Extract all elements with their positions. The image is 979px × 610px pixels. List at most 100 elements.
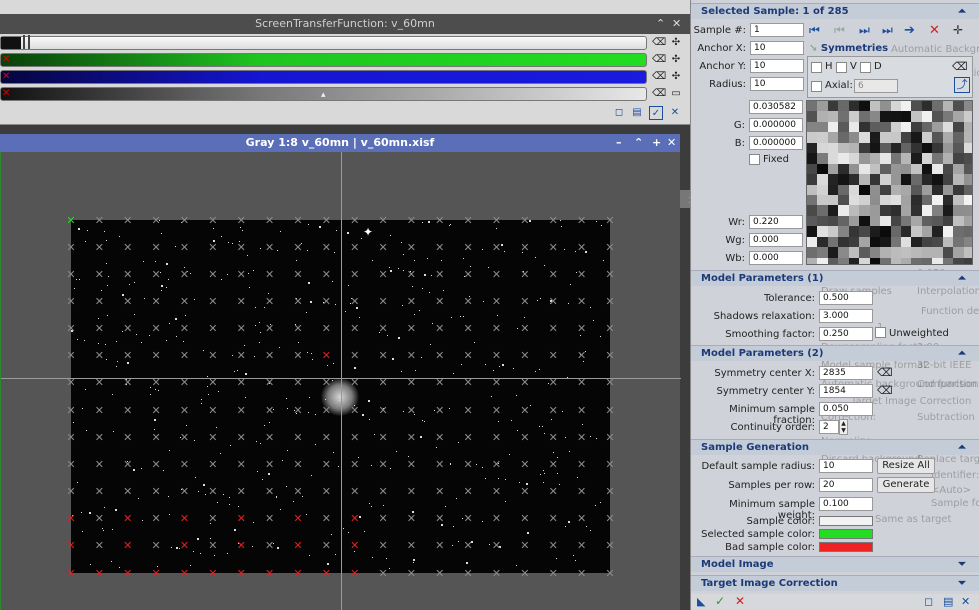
anchor-y-field[interactable]: 10 (750, 59, 804, 73)
sample-marker[interactable]: ✕ (576, 486, 587, 497)
minimum-sample-fraction-field[interactable]: 0.050 (819, 402, 873, 416)
sample-marker[interactable]: ✕ (179, 215, 190, 226)
sample-marker[interactable]: ✕ (434, 296, 445, 307)
sample-marker[interactable]: ✕ (66, 350, 77, 361)
sample-marker[interactable]: ✕ (292, 269, 303, 280)
go-arrow-icon[interactable]: ➔ (904, 23, 915, 38)
sample-marker[interactable]: ✕ (292, 377, 303, 388)
selected-sample-color-swatch[interactable] (819, 529, 873, 539)
sample-marker[interactable]: ✕ (151, 486, 162, 497)
b-field[interactable]: 0.000000 (749, 136, 803, 150)
sample-marker[interactable]: ✕ (236, 540, 247, 551)
sample-marker[interactable]: ✕ (292, 568, 303, 579)
sample-marker[interactable]: ✕ (122, 215, 133, 226)
sample-marker[interactable]: ✕ (605, 242, 616, 253)
collapse-icon[interactable]: ⏶ (958, 346, 966, 362)
sample-marker[interactable]: ✕ (122, 350, 133, 361)
sample-marker[interactable]: ✕ (264, 215, 275, 226)
reset-icon[interactable]: ⌫ (652, 37, 666, 49)
sample-marker[interactable]: ✕ (321, 486, 332, 497)
sample-marker[interactable]: ✕ (122, 513, 133, 524)
sample-marker[interactable]: ✕ (548, 568, 559, 579)
sample-marker[interactable]: ✕ (491, 323, 502, 334)
sample-marker[interactable]: ✕ (463, 405, 474, 416)
sample-marker[interactable]: ✕ (236, 323, 247, 334)
sample-marker[interactable]: ✕ (66, 377, 77, 388)
sample-marker[interactable]: ✕ (94, 269, 105, 280)
sample-marker[interactable]: ✕ (264, 486, 275, 497)
sample-marker[interactable]: ✕ (349, 568, 360, 579)
sample-marker[interactable]: ✕ (463, 459, 474, 470)
sample-marker[interactable]: ✕ (264, 513, 275, 524)
sample-marker[interactable]: ✕ (321, 242, 332, 253)
maximize-icon[interactable]: + (652, 134, 661, 152)
sample-marker[interactable]: ✕ (491, 432, 502, 443)
sample-marker[interactable]: ✕ (605, 432, 616, 443)
sample-marker[interactable]: ✕ (378, 432, 389, 443)
sample-marker[interactable]: ✕ (179, 242, 190, 253)
sample-marker[interactable]: ✕ (179, 486, 190, 497)
sample-marker[interactable]: ✕ (122, 486, 133, 497)
sample-marker[interactable]: ✕ (151, 215, 162, 226)
sample-marker[interactable]: ✕ (576, 377, 587, 388)
last-sample-icon[interactable]: ⏭ (882, 23, 893, 38)
sample-marker[interactable]: ✕ (434, 432, 445, 443)
first-sample-icon[interactable]: ⏮ (809, 23, 820, 38)
sample-marker[interactable]: ✕ (292, 242, 303, 253)
sample-marker[interactable]: ✕ (519, 568, 530, 579)
sample-marker[interactable]: ✕ (151, 242, 162, 253)
sample-marker[interactable]: ✕ (605, 323, 616, 334)
resize-all-button[interactable]: Resize All (877, 458, 935, 474)
generate-button[interactable]: Generate (877, 477, 935, 493)
sample-marker[interactable]: ✕ (179, 513, 190, 524)
sample-marker[interactable]: ✕ (207, 296, 218, 307)
selected-sample-header[interactable]: Selected Sample: 1 of 285 ⏶ (691, 3, 979, 19)
sample-marker[interactable]: ✕ (548, 269, 559, 280)
reset-icon[interactable]: ⌫ (952, 60, 968, 73)
sample-marker[interactable]: ✕ (207, 486, 218, 497)
sample-marker[interactable]: ✕ (491, 540, 502, 551)
shadows-relaxation-field[interactable]: 3.000 (819, 309, 873, 323)
stf-slider[interactable] (0, 70, 647, 84)
sample-marker[interactable]: ✕ (236, 405, 247, 416)
sample-marker[interactable]: ✕ (463, 540, 474, 551)
sample-marker[interactable]: ✕ (605, 269, 616, 280)
model-params-2-header[interactable]: Model Parameters (2) ⏶ (691, 345, 979, 361)
sample-marker[interactable]: ✕ (349, 513, 360, 524)
sample-marker[interactable]: ✕ (378, 323, 389, 334)
sample-marker[interactable]: ✕ (519, 405, 530, 416)
sample-marker[interactable]: ✕ (349, 432, 360, 443)
sample-marker[interactable]: ✕ (519, 377, 530, 388)
sample-marker[interactable]: ✕ (519, 296, 530, 307)
sample-marker[interactable]: ✕ (605, 215, 616, 226)
target-image-correction-header[interactable]: Target Image Correction ⏷ (691, 575, 979, 591)
sample-marker[interactable]: ✕ (94, 540, 105, 551)
sample-marker[interactable]: ✕ (378, 377, 389, 388)
sample-marker[interactable]: ✕ (122, 568, 133, 579)
sample-marker[interactable]: ✕ (292, 323, 303, 334)
sample-marker[interactable]: ✕ (66, 459, 77, 470)
sample-marker[interactable]: ✕ (605, 568, 616, 579)
shade-icon[interactable]: ⌃ (656, 14, 665, 34)
sample-marker[interactable]: ✕ (576, 269, 587, 280)
sample-marker[interactable]: ✕ (605, 296, 616, 307)
sample-marker[interactable]: ✕ (463, 350, 474, 361)
sample-marker[interactable]: ✕ (292, 540, 303, 551)
sample-marker[interactable]: ✕ (122, 242, 133, 253)
sample-marker[interactable]: ✕ (349, 242, 360, 253)
sample-marker[interactable]: ✕ (434, 350, 445, 361)
bad-sample-color-swatch[interactable] (819, 542, 873, 552)
sample-marker[interactable]: ✕ (576, 540, 587, 551)
sample-marker[interactable]: ✕ (292, 459, 303, 470)
sample-marker[interactable]: ✕ (66, 296, 77, 307)
close-icon[interactable]: ✕ (667, 134, 676, 152)
stf-slider[interactable] (0, 53, 647, 67)
sample-marker[interactable]: ✕ (349, 486, 360, 497)
shade-icon[interactable]: ⌃ (634, 134, 643, 152)
sample-marker[interactable]: ✕ (349, 377, 360, 388)
default-sample-radius-field[interactable]: 10 (819, 459, 873, 473)
axial-spinbox[interactable]: 6 (854, 79, 898, 93)
sample-marker[interactable]: ✕ (236, 242, 247, 253)
wr-field[interactable]: 0.220 (749, 215, 803, 229)
sample-marker[interactable]: ✕ (94, 323, 105, 334)
